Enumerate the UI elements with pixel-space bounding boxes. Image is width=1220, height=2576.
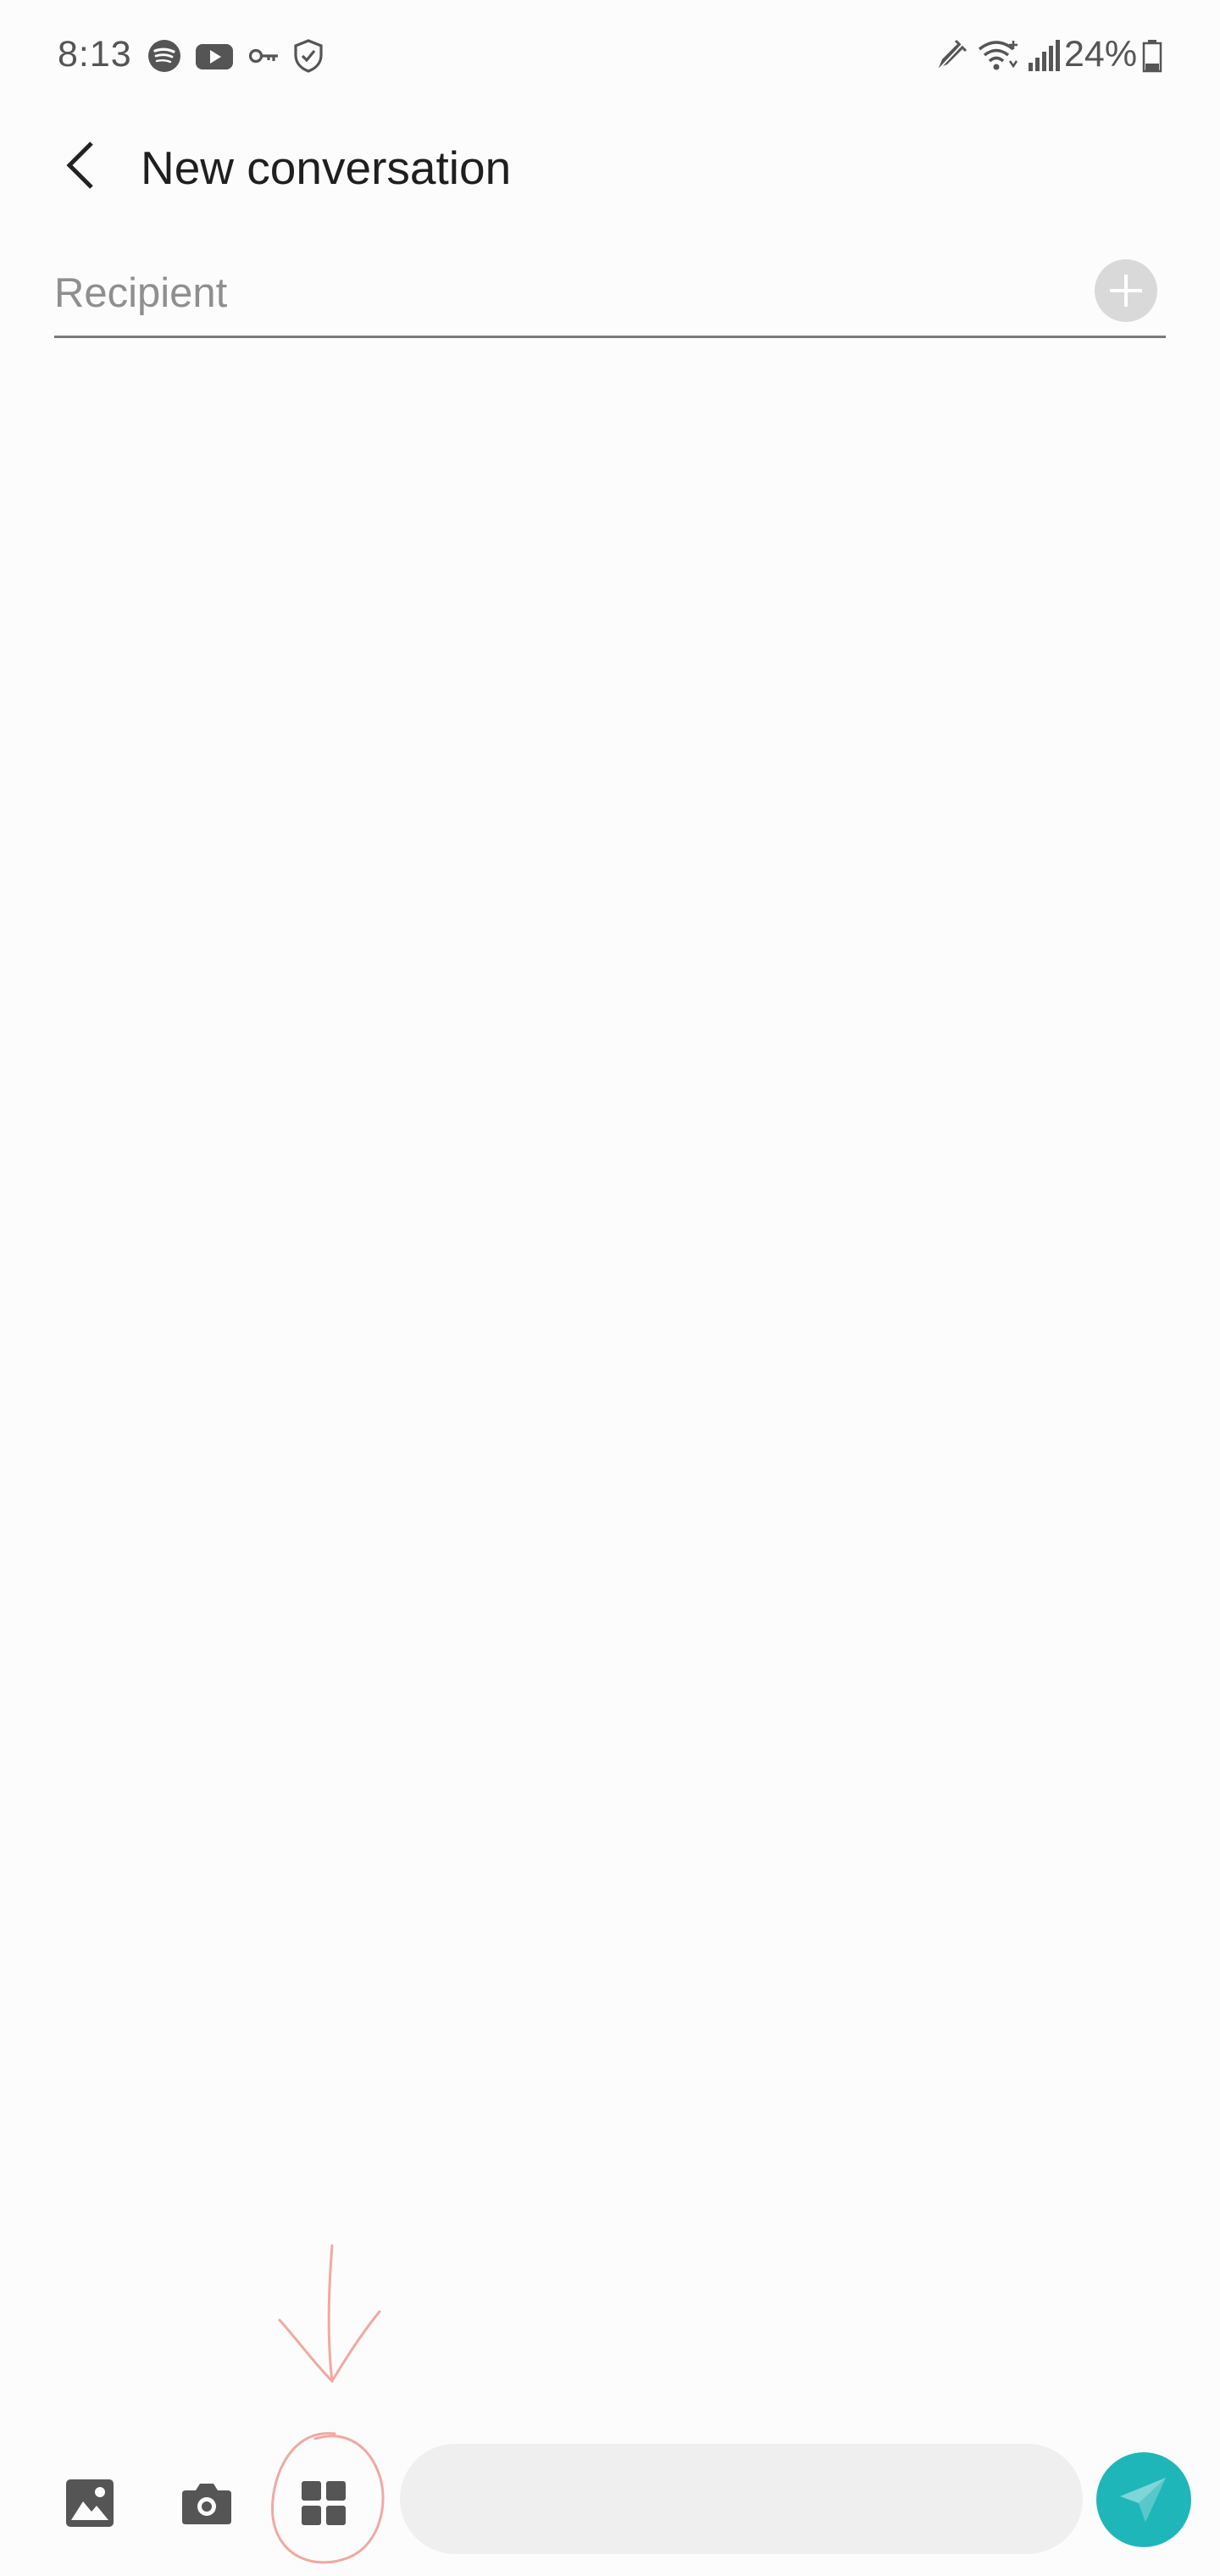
apps-grid-icon xyxy=(302,2481,346,2525)
gallery-icon xyxy=(66,2479,114,2527)
status-time: 8:13 xyxy=(58,34,132,75)
spotify-icon xyxy=(148,40,180,72)
camera-icon xyxy=(182,2484,231,2524)
apps-button[interactable] xyxy=(285,2464,363,2542)
youtube-icon xyxy=(196,44,233,69)
camera-button[interactable] xyxy=(168,2464,246,2542)
pen-icon xyxy=(936,39,968,72)
status-bar: 8:13 24% xyxy=(0,0,1220,114)
back-button[interactable] xyxy=(49,134,112,197)
signal-icon xyxy=(1029,40,1060,71)
send-button[interactable] xyxy=(1096,2452,1191,2547)
wifi-icon xyxy=(978,41,1018,70)
battery-icon xyxy=(1142,40,1162,73)
message-input[interactable] xyxy=(400,2444,1083,2554)
vpn-key-icon xyxy=(248,48,278,64)
hand-drawn-annotation xyxy=(271,2244,385,2564)
add-recipient-button[interactable] xyxy=(1095,259,1157,322)
shield-check-icon xyxy=(294,39,323,73)
send-icon xyxy=(1120,2478,1166,2522)
page-title: New conversation xyxy=(141,142,512,194)
recipient-input[interactable] xyxy=(54,254,1079,332)
chevron-left-icon xyxy=(66,142,93,189)
battery-percentage: 24% xyxy=(1064,34,1138,75)
gallery-button[interactable] xyxy=(51,2464,129,2542)
recipient-underline xyxy=(54,336,1166,338)
